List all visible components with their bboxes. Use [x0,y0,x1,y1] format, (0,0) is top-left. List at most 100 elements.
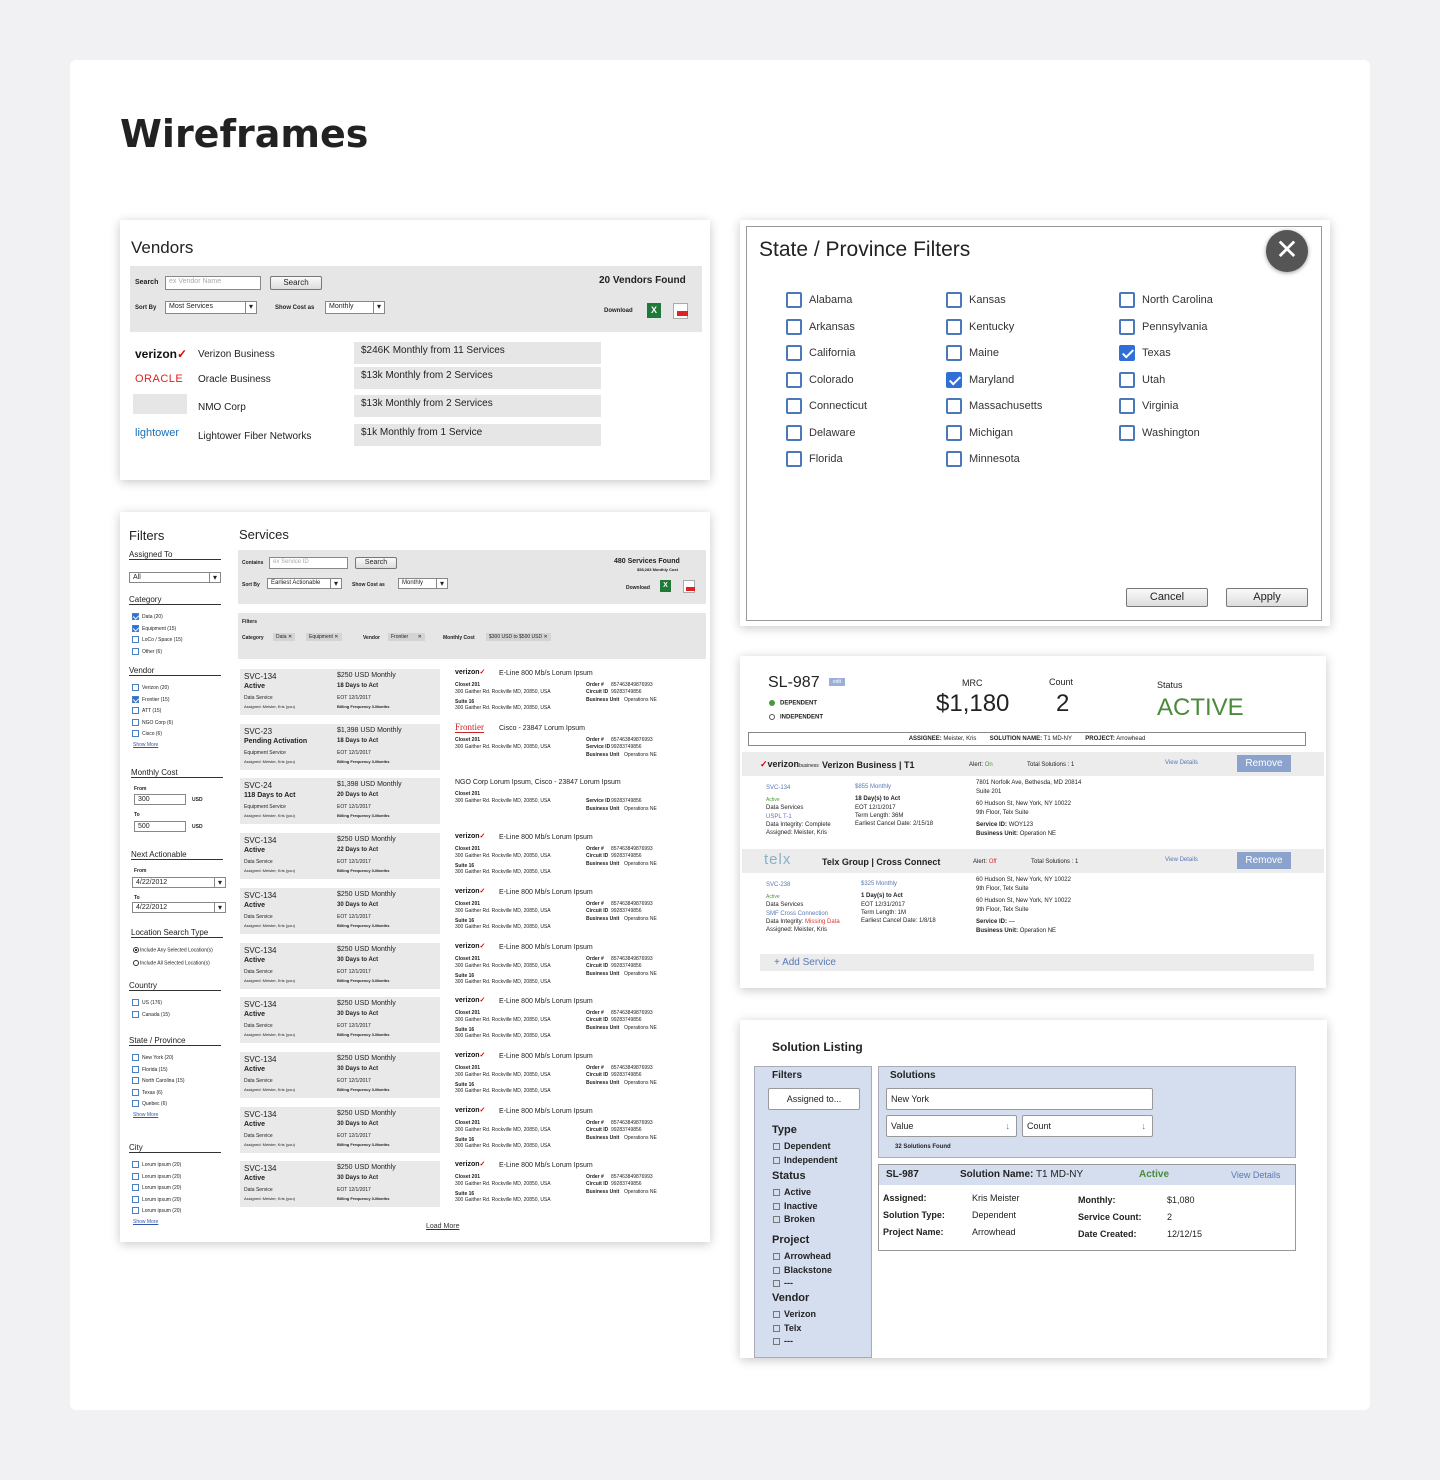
checkbox-icon[interactable] [132,707,139,714]
service-title[interactable]: E-Line 800 Mb/s Lorum Ipsum [499,1053,593,1060]
cancel-button[interactable]: Cancel [1126,588,1208,607]
cost-from-input[interactable]: 300 [134,794,186,805]
service-row[interactable]: SVC-134 Active Data Service Assigned: Meist… [240,1106,440,1153]
checkbox-icon[interactable] [132,718,139,726]
services-showcost-select[interactable]: Monthly [398,578,448,589]
service-title[interactable]: E-Line 800 Mb/s Lorum Ipsum [499,944,593,951]
services-sortby-select[interactable]: Earliest Actionable [267,578,342,589]
service-id[interactable]: SVC-134 [244,836,276,845]
view-details-link[interactable]: View Details [1165,760,1198,766]
state-checkbox[interactable] [1119,398,1135,414]
filter-option[interactable]: Quebec (6) [132,1100,167,1107]
checkbox-icon[interactable] [773,1266,780,1274]
checkbox-icon[interactable] [132,636,139,643]
listing-filter-option[interactable]: Arrowhead [773,1251,831,1261]
state-checkbox[interactable] [946,451,962,467]
checkbox-icon[interactable] [132,1054,139,1061]
edit-badge[interactable]: edit [829,678,846,686]
state-checkbox[interactable] [946,292,962,308]
filter-option[interactable]: Lorum ipsum (20) [132,1195,181,1203]
close-icon[interactable]: ✕ [1266,230,1308,272]
state-checkbox[interactable] [946,424,962,441]
checkbox-icon[interactable] [773,1216,780,1224]
service-row[interactable]: SVC-134 Active Data Service Assigned: Meist… [240,887,440,934]
chip-cost[interactable]: $300 USD to $500 USD ✕ [486,633,551,641]
service-id[interactable]: SVC-134 [244,946,276,955]
listing-filter-option[interactable]: --- [773,1336,793,1346]
radio-icon[interactable] [133,960,139,966]
service-title[interactable]: E-Line 800 Mb/s Lorum Ipsum [499,889,593,896]
checkbox-icon[interactable] [132,1010,139,1018]
state-checkbox[interactable] [946,398,962,414]
state-checkbox[interactable] [1119,292,1135,308]
filter-option[interactable]: Cisco (6) [132,730,162,737]
filter-option[interactable]: Texas (6) [132,1088,163,1096]
service-title[interactable]: E-Line 800 Mb/s Lorum Ipsum [499,1108,593,1115]
checkbox-icon[interactable] [132,647,139,655]
service-row[interactable]: SVC-134 Active Data Service Assigned: Meist… [240,1161,440,1208]
service-id[interactable]: SVC-134 [244,672,276,681]
filter-option[interactable]: Lorum ipsum (20) [132,1184,181,1191]
chip-data[interactable]: Data ✕ [273,633,296,641]
checkbox-icon[interactable] [132,1195,139,1203]
state-checkbox[interactable] [786,424,802,441]
loc-all-radio[interactable]: Include All Selected Location(s) [133,960,210,966]
independent-radio[interactable]: INDEPENDENT [769,714,823,721]
vendor-name[interactable]: NMO Corp [198,402,246,413]
chip-equipment[interactable]: Equipment ✕ [306,633,342,641]
excel-icon[interactable]: X [660,580,671,592]
service-row[interactable]: SVC-24 118 Days to Act Equipment Service As… [240,778,440,825]
service-search-input[interactable]: ex Service ID [269,557,348,569]
vendor-name[interactable]: Lightower Fiber Networks [198,431,311,442]
checkbox-icon[interactable] [773,1311,780,1319]
row-view-details-link[interactable]: View Details [1231,1170,1280,1180]
service-row[interactable]: SVC-134 Active Data Service Assigned: Meist… [240,669,440,715]
state-checkbox[interactable] [786,398,802,414]
checkbox-icon[interactable] [132,1184,139,1191]
checkbox-icon[interactable] [132,695,139,703]
service-title[interactable]: NGO Corp Lorum Ipsum, Cisco - 23847 Loru… [455,779,621,786]
state-checkbox[interactable] [786,292,802,308]
show-more-link[interactable]: Show More [133,1112,158,1118]
service-id[interactable]: SVC-134 [244,1110,276,1119]
assigned-to-select[interactable]: All [129,572,221,583]
vendor-search-button[interactable]: Search [270,276,322,290]
checkbox-icon[interactable] [132,684,139,691]
checkbox-icon[interactable] [132,730,139,737]
sortby-select[interactable]: Most Services [165,301,257,314]
filter-option[interactable]: New York (20) [132,1054,173,1061]
listing-filter-option[interactable]: Inactive [773,1201,818,1211]
checkbox-icon[interactable] [132,1100,139,1107]
checkbox-icon[interactable] [132,1065,139,1073]
filter-option[interactable]: Data (20) [132,613,163,620]
service-title[interactable]: E-Line 800 Mb/s Lorum Ipsum [499,670,593,677]
pdf-icon[interactable] [683,580,695,593]
checkbox-icon[interactable] [132,624,139,632]
service-title[interactable]: Cisco - 23847 Lorum Ipsum [499,725,585,732]
state-checkbox[interactable] [786,345,802,361]
listing-filter-option[interactable]: Blackstone [773,1265,832,1275]
filter-option[interactable]: Lorum ipsum (20) [132,1207,181,1214]
checkbox-icon[interactable] [773,1280,780,1288]
listing-filter-option[interactable]: --- [773,1278,793,1288]
state-checkbox[interactable] [946,345,962,361]
service-id[interactable]: SVC-134 [244,891,276,900]
excel-icon[interactable]: X [647,303,661,318]
state-checkbox[interactable] [786,451,802,467]
filter-option[interactable]: Lorum ipsum (20) [132,1172,181,1180]
checkbox-icon[interactable] [773,1338,780,1346]
service-id[interactable]: SVC-134 [244,1164,276,1173]
listing-filter-option[interactable]: Verizon [773,1309,816,1319]
checkbox-icon[interactable] [773,1324,780,1332]
state-checkbox[interactable] [1119,345,1135,361]
filter-option[interactable]: Frontier (15) [132,695,170,703]
listing-filter-option[interactable]: Independent [773,1155,838,1165]
remove-button[interactable]: Remove [1237,755,1291,772]
service-id[interactable]: SVC-134 [244,1000,276,1009]
state-checkbox[interactable] [786,371,802,388]
filter-option[interactable]: Verizon (20) [132,684,169,691]
service-title[interactable]: E-Line 800 Mb/s Lorum Ipsum [499,834,593,841]
pdf-icon[interactable] [673,303,688,319]
loc-any-radio[interactable]: Include Any Selected Location(s) [133,947,213,953]
state-checkbox[interactable] [1119,424,1135,441]
